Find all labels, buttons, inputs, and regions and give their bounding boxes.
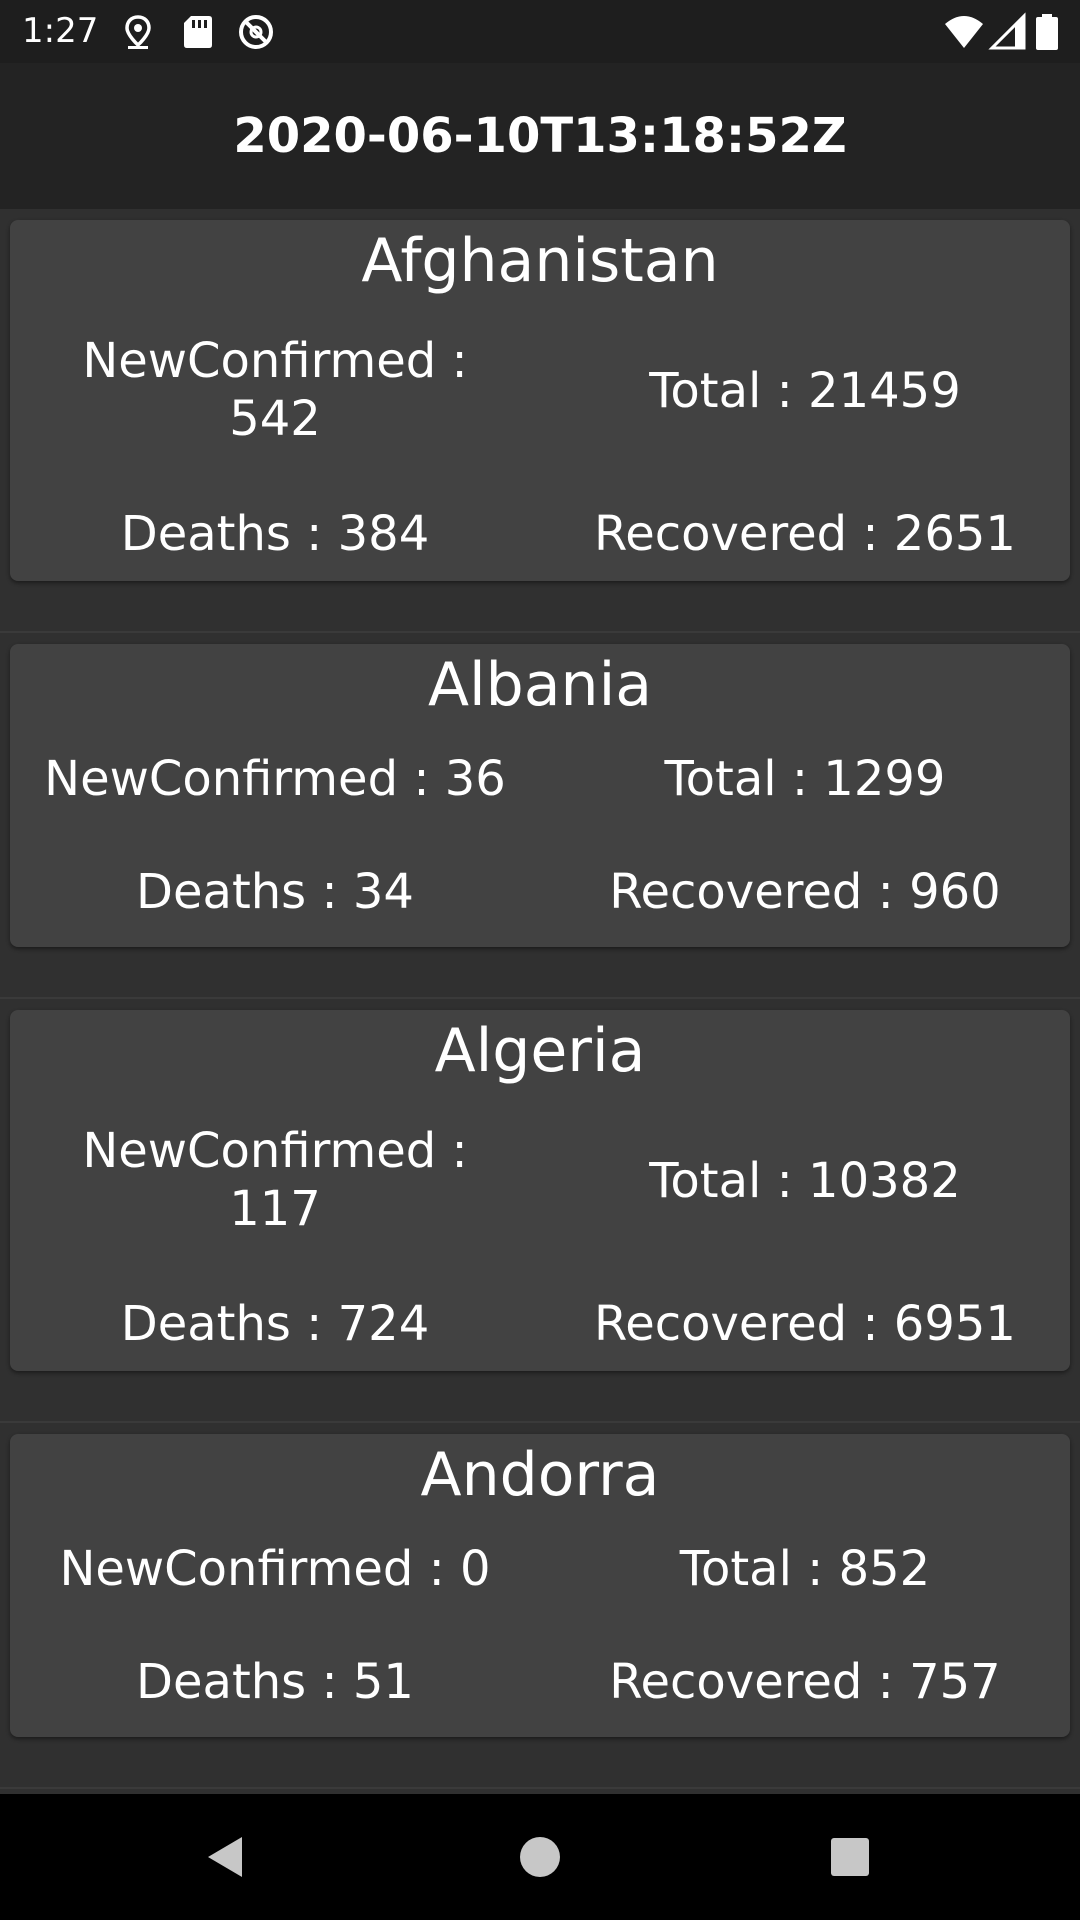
back-icon[interactable] (194, 1827, 254, 1887)
navigation-bar (0, 1794, 1080, 1920)
country-card[interactable]: Andorra NewConfirmed : 0 Total : 852 Dea… (10, 1434, 1070, 1737)
list-item-albania[interactable]: Albania NewConfirmed : 36 Total : 1299 D… (0, 633, 1080, 999)
list-item-andorra[interactable]: Andorra NewConfirmed : 0 Total : 852 Dea… (0, 1423, 1080, 1789)
location-icon (118, 12, 158, 52)
recents-icon[interactable] (820, 1827, 880, 1887)
home-icon[interactable] (510, 1827, 570, 1887)
no-disturb-icon (236, 12, 276, 52)
new-confirmed-label: NewConfirmed : 117 (82, 1123, 468, 1237)
deaths-label: Deaths : 34 (136, 864, 414, 920)
total-label: Total : 1299 (664, 751, 946, 807)
new-confirmed-label: NewConfirmed : 36 (44, 751, 506, 807)
country-name: Andorra (420, 1440, 660, 1510)
total-label: Total : 852 (679, 1541, 931, 1597)
recovered-label: Recovered : 2651 (594, 506, 1016, 562)
deaths-label: Deaths : 384 (120, 506, 430, 562)
total-label: Total : 21459 (649, 363, 961, 419)
list-item-algeria[interactable]: Algeria NewConfirmed : 117 Total : 10382… (0, 999, 1080, 1423)
page-title: 2020-06-10T13:18:52Z (233, 108, 847, 164)
country-list[interactable]: Afghanistan NewConfirmed : 542 Total : 2… (0, 209, 1080, 1794)
country-card[interactable]: Albania NewConfirmed : 36 Total : 1299 D… (10, 644, 1070, 947)
status-time: 1:27 (22, 11, 99, 51)
sd-card-icon (178, 12, 218, 52)
total-label: Total : 10382 (649, 1153, 961, 1209)
country-name: Afghanistan (361, 226, 719, 296)
wifi-icon (944, 12, 984, 52)
battery-icon (1032, 12, 1062, 52)
cell-signal-icon (988, 12, 1028, 52)
recovered-label: Recovered : 6951 (594, 1296, 1016, 1352)
recovered-label: Recovered : 960 (609, 864, 1001, 920)
app-bar: 2020-06-10T13:18:52Z (0, 63, 1080, 209)
divider (0, 1787, 1080, 1789)
country-name: Albania (427, 650, 653, 720)
country-name: Algeria (434, 1016, 646, 1086)
recovered-label: Recovered : 757 (609, 1654, 1001, 1710)
new-confirmed-label: NewConfirmed : 0 (59, 1541, 491, 1597)
deaths-label: Deaths : 724 (120, 1296, 430, 1352)
list-item-afghanistan[interactable]: Afghanistan NewConfirmed : 542 Total : 2… (0, 209, 1080, 633)
deaths-label: Deaths : 51 (136, 1654, 414, 1710)
new-confirmed-label: NewConfirmed : 542 (82, 333, 468, 447)
country-card[interactable]: Afghanistan NewConfirmed : 542 Total : 2… (10, 220, 1070, 581)
country-card[interactable]: Algeria NewConfirmed : 117 Total : 10382… (10, 1010, 1070, 1371)
status-bar: 1:27 (0, 0, 1080, 63)
